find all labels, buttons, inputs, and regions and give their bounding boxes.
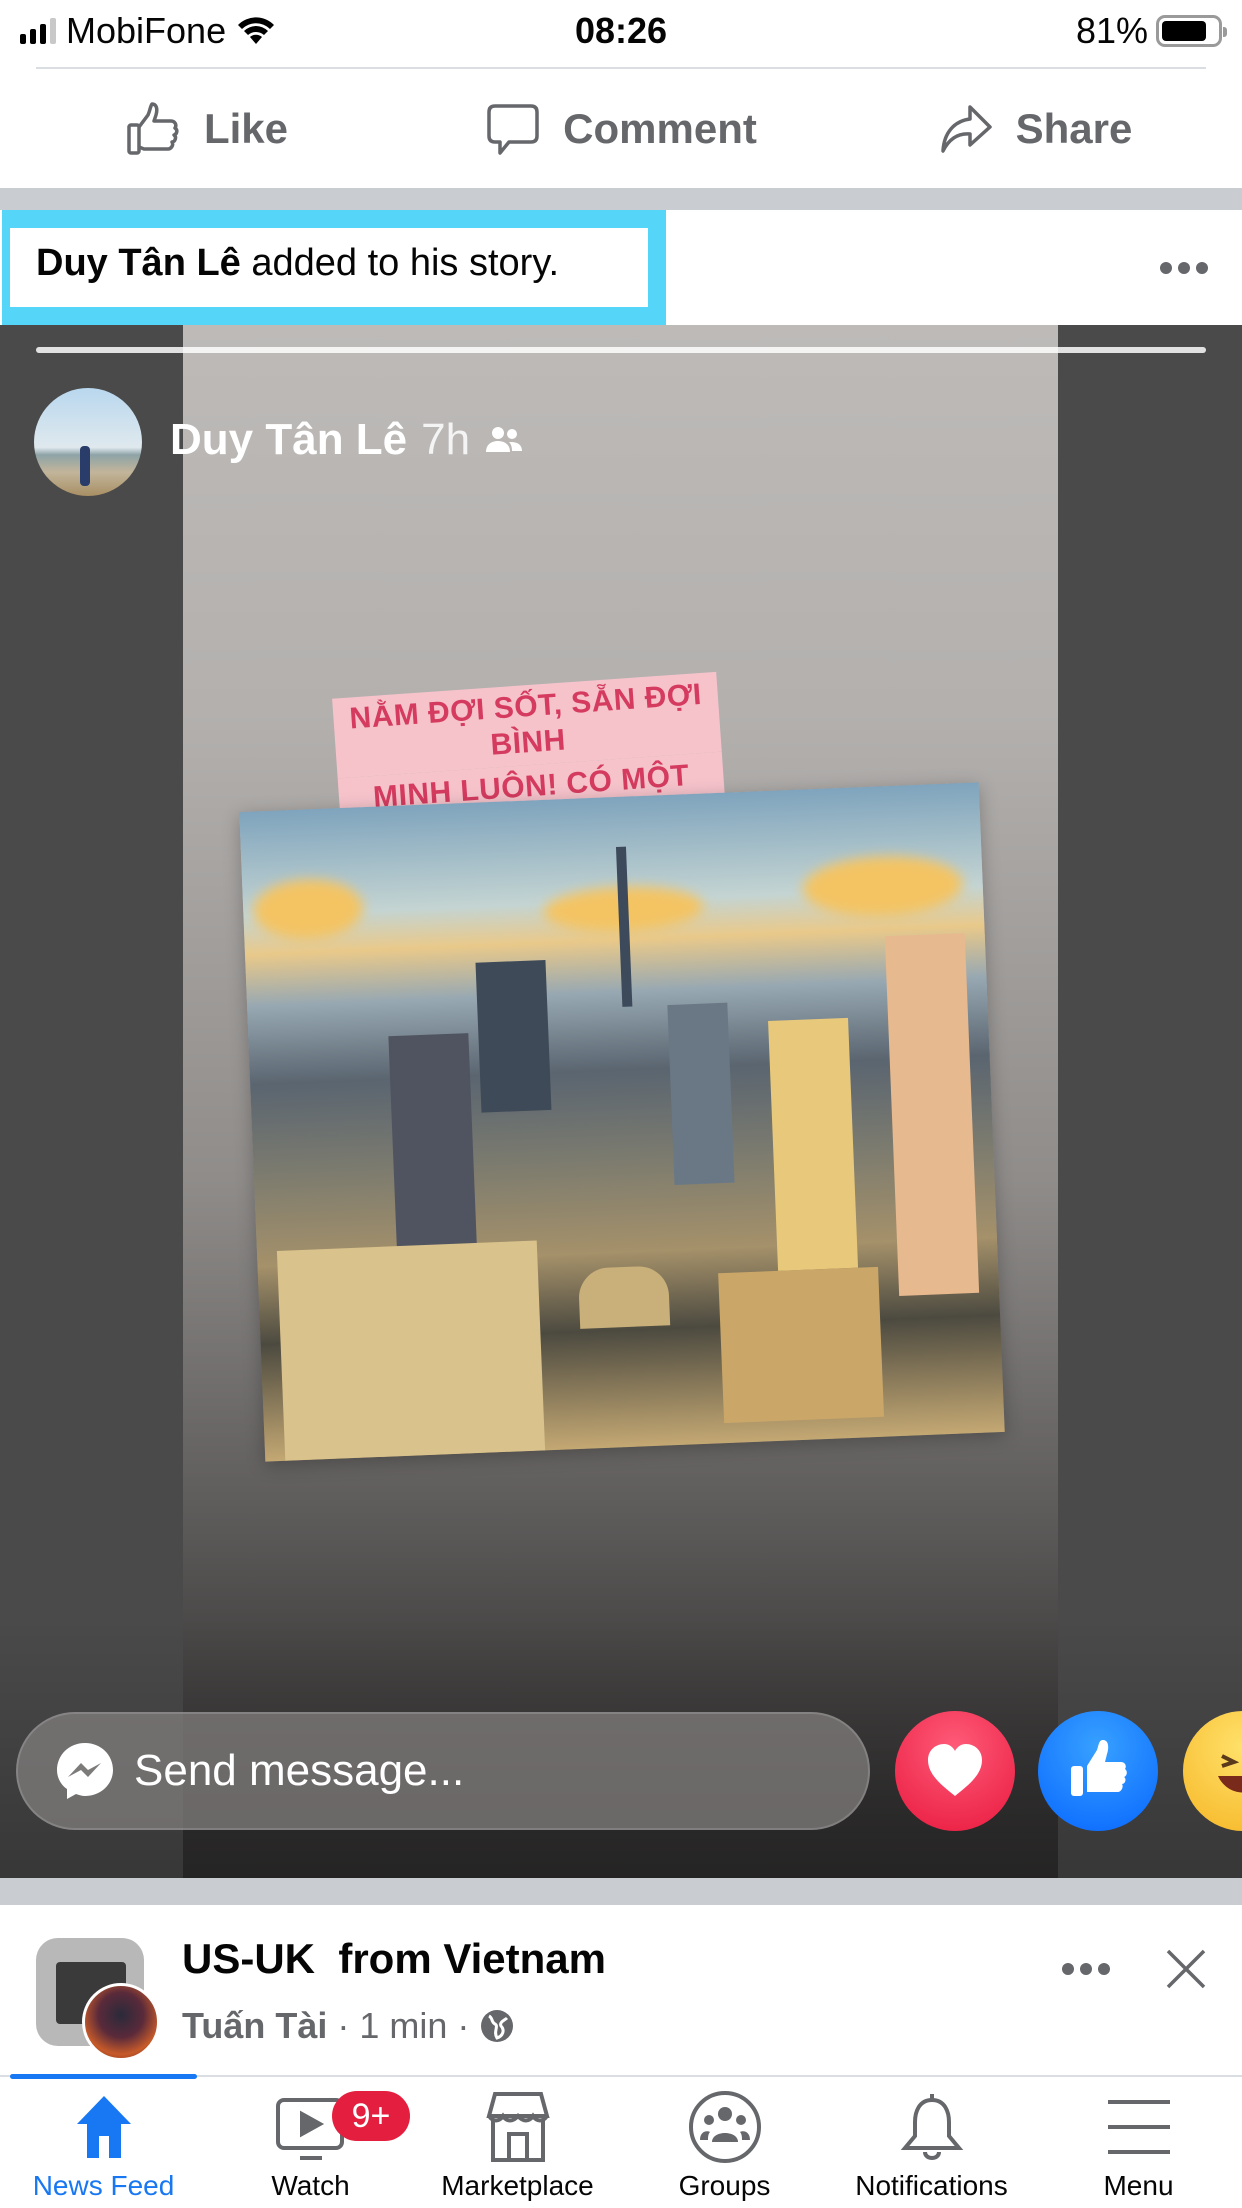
send-message-input[interactable]: Send message... <box>16 1712 870 1830</box>
photo-building <box>388 1033 478 1257</box>
nav-watch[interactable]: 9+ Watch <box>207 2077 414 2208</box>
more-options-button[interactable] <box>1160 262 1208 274</box>
groups-icon <box>688 2091 761 2163</box>
globe-icon <box>481 2010 514 2042</box>
photo-building <box>475 959 552 1113</box>
story-progress-fill <box>36 347 1206 353</box>
post-time: 1 min <box>359 2005 448 2046</box>
nav-menu[interactable]: Menu <box>1035 2077 1242 2208</box>
nav-label: Notifications <box>855 2170 1008 2201</box>
post-action-bar: Like Comment Share <box>0 70 1242 188</box>
photo-cloud <box>252 877 365 942</box>
nav-news-feed[interactable]: News Feed <box>0 2074 207 2208</box>
like-button[interactable]: Like <box>0 70 414 188</box>
photo-building <box>884 933 980 1297</box>
nav-groups[interactable]: Groups <box>621 2077 828 2208</box>
post-meta: Tuấn Tài · 1 min · <box>182 2005 515 2047</box>
avatar-figure <box>80 446 90 486</box>
heart-icon <box>928 1744 982 1796</box>
more-dot <box>1098 1963 1110 1975</box>
feed-separator <box>0 1878 1242 1905</box>
feed-separator <box>0 188 1242 210</box>
story-photo <box>239 782 1005 1462</box>
meta-separator: · <box>457 2005 470 2046</box>
marketplace-icon <box>485 2092 550 2162</box>
more-dot <box>1196 262 1208 274</box>
friends-icon <box>486 427 523 452</box>
nav-label: Watch <box>271 2170 350 2201</box>
story-activity-text: Duy Tân Lê added to his story. <box>36 242 559 285</box>
menu-icon <box>1107 2100 1170 2154</box>
thumbs-up-icon <box>127 102 179 155</box>
share-label: Share <box>1015 105 1133 152</box>
photo-building <box>718 1266 885 1424</box>
photo-building <box>276 1240 546 1461</box>
bell-icon <box>900 2094 963 2160</box>
activity-text: added to his story. <box>240 242 560 284</box>
love-reaction-button[interactable] <box>895 1711 1015 1831</box>
photo-opera-house <box>577 1265 671 1329</box>
nav-label: Menu <box>1103 2170 1174 2201</box>
nav-label: Marketplace <box>441 2170 594 2201</box>
home-icon <box>76 2096 131 2158</box>
thumbs-up-icon <box>1071 1740 1127 1796</box>
nav-notifications[interactable]: Notifications <box>828 2077 1035 2208</box>
comment-button[interactable]: Comment <box>414 70 828 188</box>
laughing-face-icon <box>1218 1754 1242 1793</box>
actor-name-link[interactable]: Duy Tân Lê <box>36 242 241 284</box>
status-right: 81% <box>1075 10 1227 52</box>
story-owner-info: Duy Tân Lê 7h <box>170 415 524 465</box>
comment-icon <box>487 104 539 155</box>
story-progress-bar <box>36 347 1206 353</box>
share-icon <box>940 105 992 153</box>
more-dots-icon <box>1062 1963 1074 1975</box>
story-post-header: Duy Tân Lê added to his story. <box>0 210 1242 325</box>
group-name-link[interactable]: US-UK from Vietnam <box>182 1935 606 1983</box>
send-message-placeholder: Send message... <box>134 1746 465 1795</box>
more-dots-icon <box>1160 262 1172 274</box>
photo-building <box>667 1002 735 1185</box>
photo-cloud <box>801 853 964 920</box>
story-time: 7h <box>421 415 471 464</box>
watch-badge: 9+ <box>332 2091 410 2141</box>
bottom-nav: News Feed 9+ Watch Marketplace Groups No… <box>0 2074 1242 2208</box>
divider <box>36 67 1206 69</box>
clock: 08:26 <box>574 10 668 51</box>
battery-icon <box>1156 15 1227 47</box>
like-label: Like <box>203 105 289 152</box>
photo-building <box>768 1017 859 1271</box>
like-reaction-button[interactable] <box>1038 1711 1158 1831</box>
author-avatar[interactable] <box>82 1983 160 2061</box>
battery-level <box>1162 21 1206 41</box>
close-icon[interactable] <box>1164 1947 1208 1991</box>
author-name-link[interactable]: Tuấn Tài <box>182 2005 327 2047</box>
more-dot <box>1080 1963 1092 1975</box>
post-more-options-button[interactable] <box>1062 1963 1110 1975</box>
meta-separator: · <box>337 2005 350 2046</box>
story-card[interactable]: Duy Tân Lê 7h NẰM ĐỢI SỐT, SẴN ĐỢI BÌNH … <box>0 325 1242 1878</box>
battery-percent: 81% <box>1075 10 1148 51</box>
group-post-header: US-UK from Vietnam Tuấn Tài · 1 min · <box>0 1905 1242 2075</box>
more-dot <box>1178 262 1190 274</box>
story-owner-name[interactable]: Duy Tân Lê <box>170 415 407 465</box>
status-bar: MobiFone 08:26 81% <box>0 0 1242 60</box>
story-owner-avatar[interactable] <box>34 388 142 496</box>
messenger-icon <box>57 1743 113 1799</box>
nav-label: Groups <box>678 2170 771 2201</box>
nav-label: News Feed <box>32 2170 175 2201</box>
comment-label: Comment <box>563 105 757 152</box>
share-button[interactable]: Share <box>828 70 1242 188</box>
nav-marketplace[interactable]: Marketplace <box>414 2077 621 2208</box>
